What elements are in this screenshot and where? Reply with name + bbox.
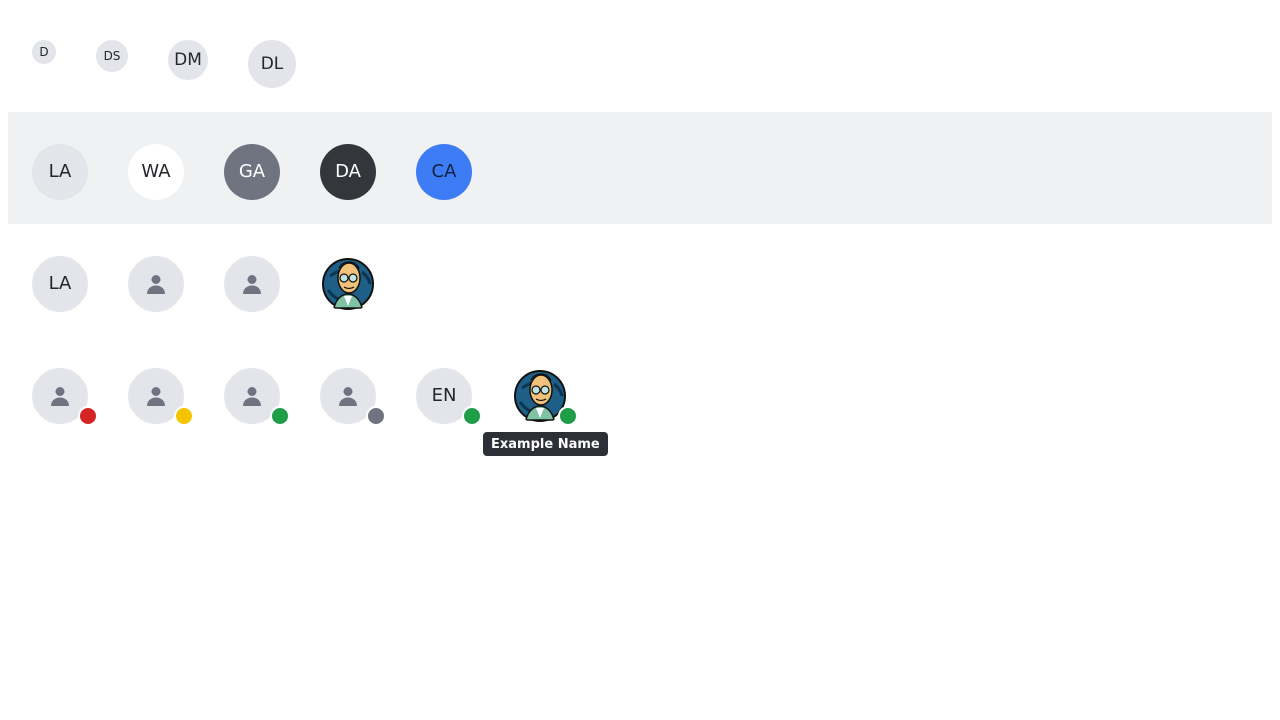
avatar-color[interactable]: CA — [416, 144, 472, 200]
avatar-online[interactable] — [224, 368, 290, 426]
avatar-gray[interactable]: GA — [224, 144, 280, 200]
avatar-initials: D — [39, 45, 49, 59]
avatar-initials: LA — [48, 273, 72, 294]
person-icon — [243, 387, 261, 406]
avatar-status-row: EN — [8, 352, 1272, 432]
person-icon — [339, 387, 357, 406]
avatar-tooltip: Example Name — [483, 432, 608, 456]
avatar-medium[interactable]: DM — [168, 40, 208, 80]
status-online-indicator — [558, 406, 578, 426]
avatar-small[interactable]: DS — [96, 40, 128, 72]
avatar-offline[interactable] — [320, 368, 386, 426]
avatar-initials: DA — [335, 161, 361, 182]
person-icon — [147, 387, 165, 406]
avatar-colors-row: LA WA GA DA CA — [8, 112, 1272, 224]
avatar-away[interactable] — [128, 368, 194, 426]
avatar-image-type[interactable] — [320, 256, 376, 312]
avatar-initials: DL — [260, 53, 284, 74]
status-busy-indicator — [78, 406, 98, 426]
status-offline-indicator — [366, 406, 386, 426]
avatar-initials: DM — [174, 49, 202, 70]
avatar-sizes-row: D DS DM DL — [8, 24, 1272, 104]
avatar-xs[interactable]: D — [32, 40, 56, 64]
avatar-icon-type[interactable] — [224, 256, 280, 312]
person-icon — [243, 275, 261, 294]
status-online-indicator — [462, 406, 482, 426]
avatar-initials: GA — [238, 161, 266, 182]
avatar-dark[interactable]: DA — [320, 144, 376, 200]
avatar-initials: DS — [103, 49, 121, 63]
avatar-large[interactable]: DL — [248, 40, 296, 88]
avatar-busy[interactable] — [32, 368, 98, 426]
avatar-image-online[interactable] — [512, 368, 578, 426]
avatar-initials: WA — [141, 161, 171, 182]
avatar-initials: LA — [48, 161, 72, 182]
avatar-initials: EN — [431, 385, 457, 406]
status-online-indicator — [270, 406, 290, 426]
avatar-initials-type[interactable]: LA — [32, 256, 88, 312]
person-icon — [51, 387, 69, 406]
person-icon — [147, 275, 165, 294]
avatar-icon-type[interactable] — [128, 256, 184, 312]
avatar-initials: CA — [431, 161, 457, 182]
avatar-initials-online[interactable]: EN — [416, 368, 482, 426]
avatar-light[interactable]: LA — [32, 144, 88, 200]
status-away-indicator — [174, 406, 194, 426]
profile-photo — [322, 258, 374, 310]
avatar-white[interactable]: WA — [128, 144, 184, 200]
avatar-types-row: LA — [8, 240, 1272, 320]
